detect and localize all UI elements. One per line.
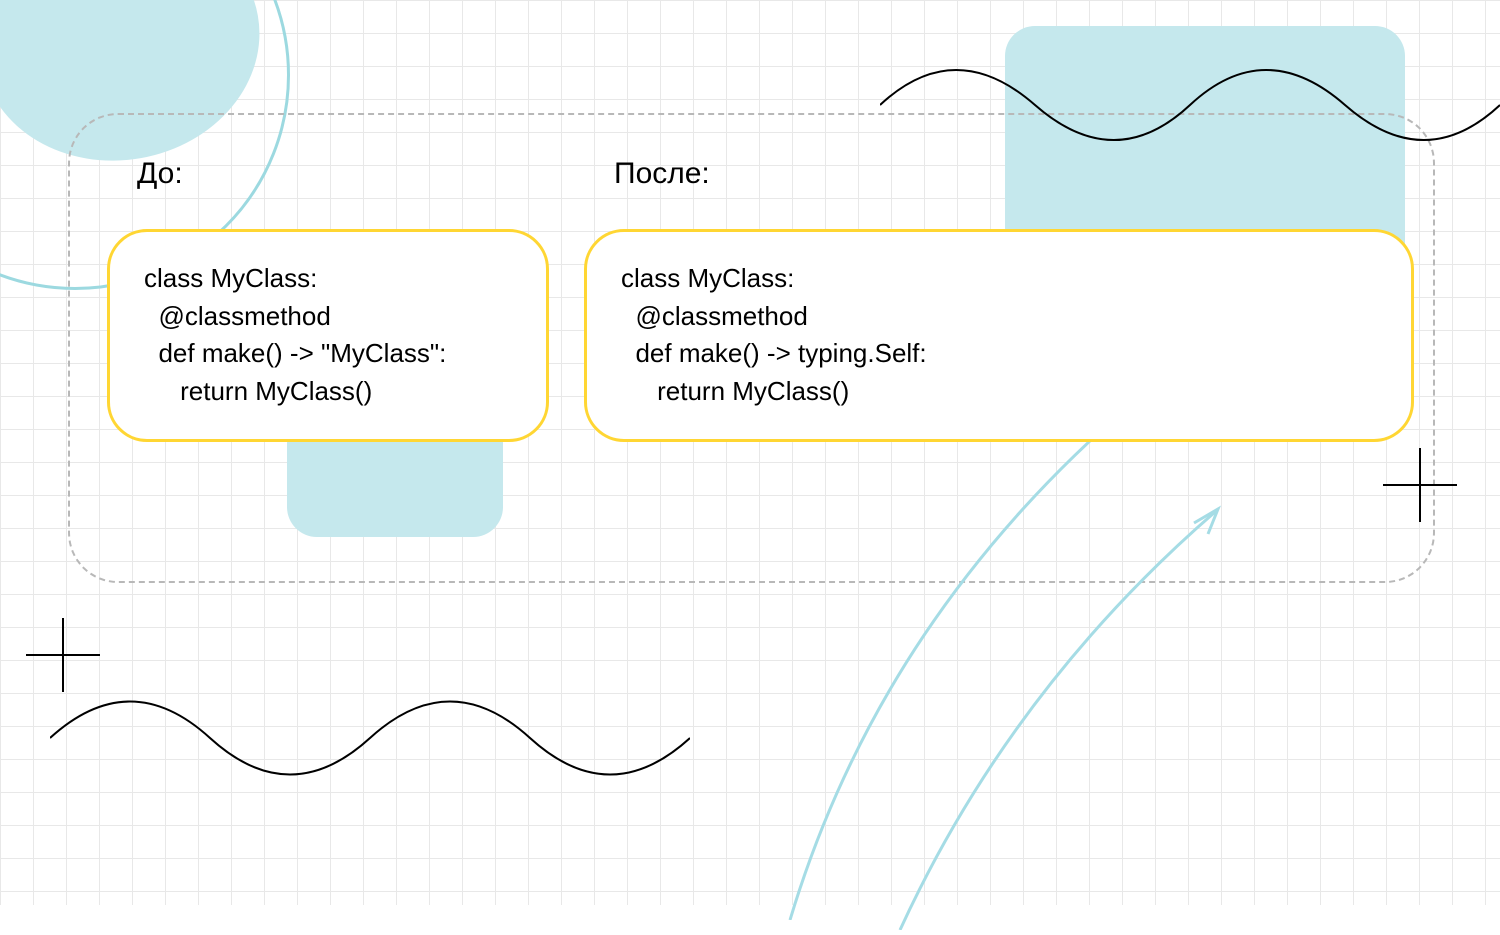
after-code-card: class MyClass: @classmethod def make() -… bbox=[584, 229, 1414, 442]
after-column: После: class MyClass: @classmethod def m… bbox=[584, 157, 1414, 442]
code-line: return MyClass() bbox=[621, 373, 1377, 411]
after-label: После: bbox=[584, 157, 1414, 191]
wave-decoration-top bbox=[880, 40, 1500, 175]
code-line: @classmethod bbox=[144, 298, 512, 336]
before-code-card: class MyClass: @classmethod def make() -… bbox=[107, 229, 549, 442]
code-line: return MyClass() bbox=[144, 373, 512, 411]
plus-icon bbox=[1375, 440, 1465, 530]
code-line: class MyClass: bbox=[144, 260, 512, 298]
before-label: До: bbox=[107, 157, 549, 191]
curved-arrow-icon bbox=[820, 450, 1260, 935]
code-line: def make() -> "MyClass": bbox=[144, 335, 512, 373]
wave-decoration-bottom bbox=[50, 670, 690, 810]
code-line: @classmethod bbox=[621, 298, 1377, 336]
code-line: class MyClass: bbox=[621, 260, 1377, 298]
before-column: До: class MyClass: @classmethod def make… bbox=[107, 157, 549, 442]
code-line: def make() -> typing.Self: bbox=[621, 335, 1377, 373]
